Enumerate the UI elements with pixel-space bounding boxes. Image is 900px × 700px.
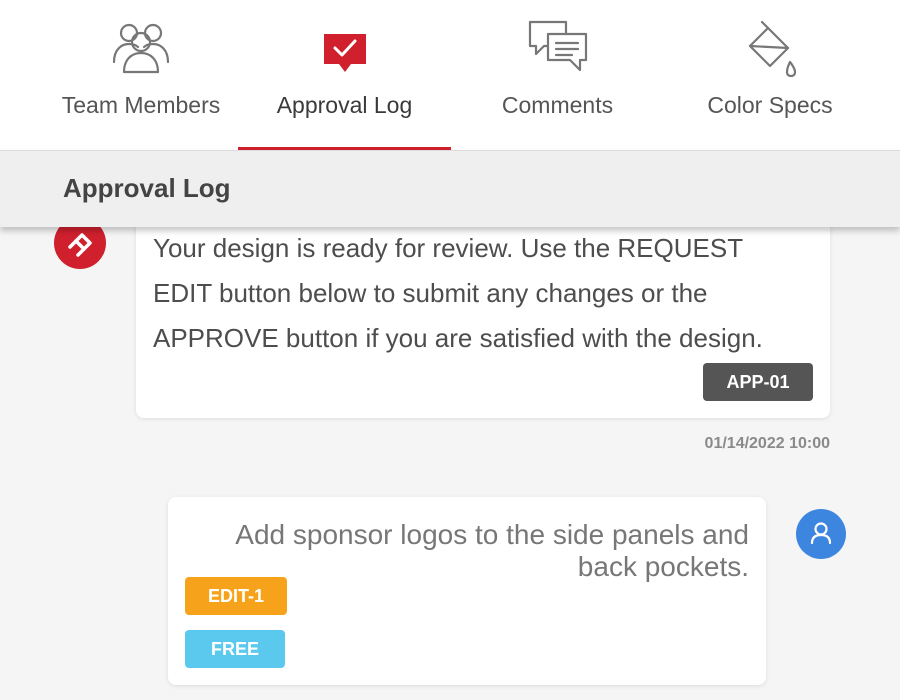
tab-label: Comments xyxy=(501,92,614,118)
tab-team-members[interactable]: Team Members xyxy=(40,0,242,150)
tab-label: Approval Log xyxy=(276,92,413,118)
tab-label: Team Members xyxy=(61,92,221,118)
tab-comments[interactable]: Comments xyxy=(470,0,645,150)
user-icon xyxy=(810,522,832,545)
approval-log-icon xyxy=(320,18,370,79)
tab-label: Color Specs xyxy=(707,92,833,118)
edit-badge: EDIT-1 xyxy=(185,577,287,615)
message-card: Your design is ready for review. Use the… xyxy=(136,200,830,418)
free-badge: FREE xyxy=(185,630,285,668)
team-members-icon xyxy=(109,18,173,81)
section-title: Approval Log xyxy=(63,173,231,203)
message-text: Add sponsor logos to the side panels and… xyxy=(235,519,749,582)
tab-color-specs[interactable]: Color Specs xyxy=(690,0,850,150)
message-text: Your design is ready for review. Use the… xyxy=(153,233,763,353)
comments-icon xyxy=(526,18,590,81)
message-timestamp: 01/14/2022 10:00 xyxy=(704,435,830,452)
paint-bucket-icon xyxy=(740,18,800,83)
section-header: Approval Log xyxy=(0,150,900,227)
message-card: Add sponsor logos to the side panels and… xyxy=(168,497,766,685)
tab-bar: Team Members Approval Log Comments Color… xyxy=(0,0,900,150)
tab-approval-log[interactable]: Approval Log xyxy=(238,0,451,150)
status-badge: APP-01 xyxy=(703,363,813,401)
user-avatar xyxy=(796,509,846,559)
